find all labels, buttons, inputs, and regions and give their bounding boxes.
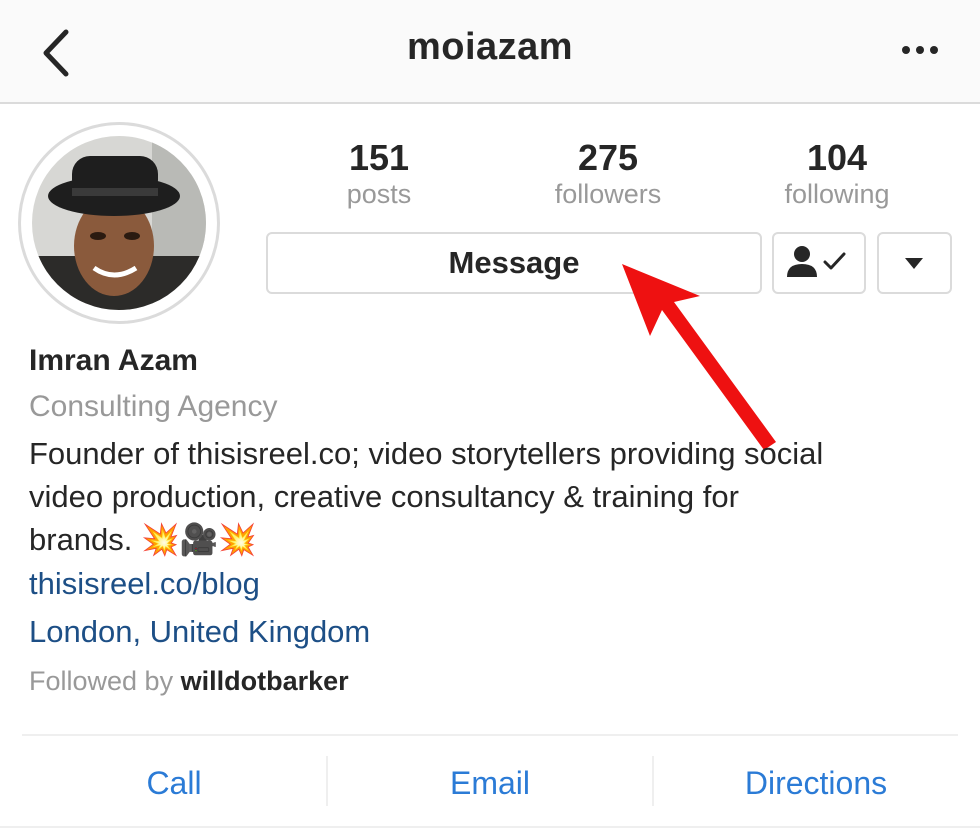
stat-followers[interactable]: 275 followers bbox=[508, 138, 708, 210]
stat-following[interactable]: 104 following bbox=[737, 138, 937, 210]
bio-line: Founder of thisisreel.co; video storytel… bbox=[29, 436, 824, 471]
following-label: following bbox=[784, 179, 890, 209]
profile-name: Imran Azam bbox=[29, 344, 198, 377]
avatar[interactable] bbox=[18, 122, 220, 324]
website-link[interactable]: thisisreel.co/blog bbox=[29, 566, 260, 602]
page-title: moiazam bbox=[406, 26, 574, 68]
followed-by-prefix: Followed by bbox=[29, 666, 174, 696]
profile-photo bbox=[32, 136, 206, 310]
more-horizontal-icon bbox=[902, 46, 938, 54]
divider bbox=[22, 734, 958, 736]
stat-posts[interactable]: 151 posts bbox=[279, 138, 479, 210]
posts-count: 151 bbox=[348, 137, 410, 178]
bio-line: brands. 💥🎥💥 bbox=[29, 522, 257, 557]
directions-button[interactable]: Directions bbox=[654, 758, 978, 808]
followers-count: 275 bbox=[577, 137, 639, 178]
followed-by[interactable]: Followed by willdotbarker bbox=[29, 666, 349, 697]
top-nav-bar: moiazam bbox=[0, 0, 980, 104]
bio-line: video production, creative consultancy &… bbox=[29, 479, 739, 514]
profile-category: Consulting Agency bbox=[29, 390, 278, 423]
email-button[interactable]: Email bbox=[328, 758, 652, 808]
followers-label: followers bbox=[554, 179, 662, 209]
profile-bio: Founder of thisisreel.co; video storytel… bbox=[29, 432, 949, 561]
location-link[interactable]: London, United Kingdom bbox=[29, 614, 370, 650]
call-button[interactable]: Call bbox=[22, 758, 326, 808]
following-count: 104 bbox=[806, 137, 868, 178]
posts-label: posts bbox=[346, 179, 412, 209]
more-options-button[interactable] bbox=[900, 40, 940, 60]
divider bbox=[0, 826, 980, 828]
caret-down-icon bbox=[905, 258, 923, 269]
followed-by-user[interactable]: willdotbarker bbox=[181, 666, 349, 696]
suggestions-dropdown-button[interactable] bbox=[877, 232, 952, 294]
